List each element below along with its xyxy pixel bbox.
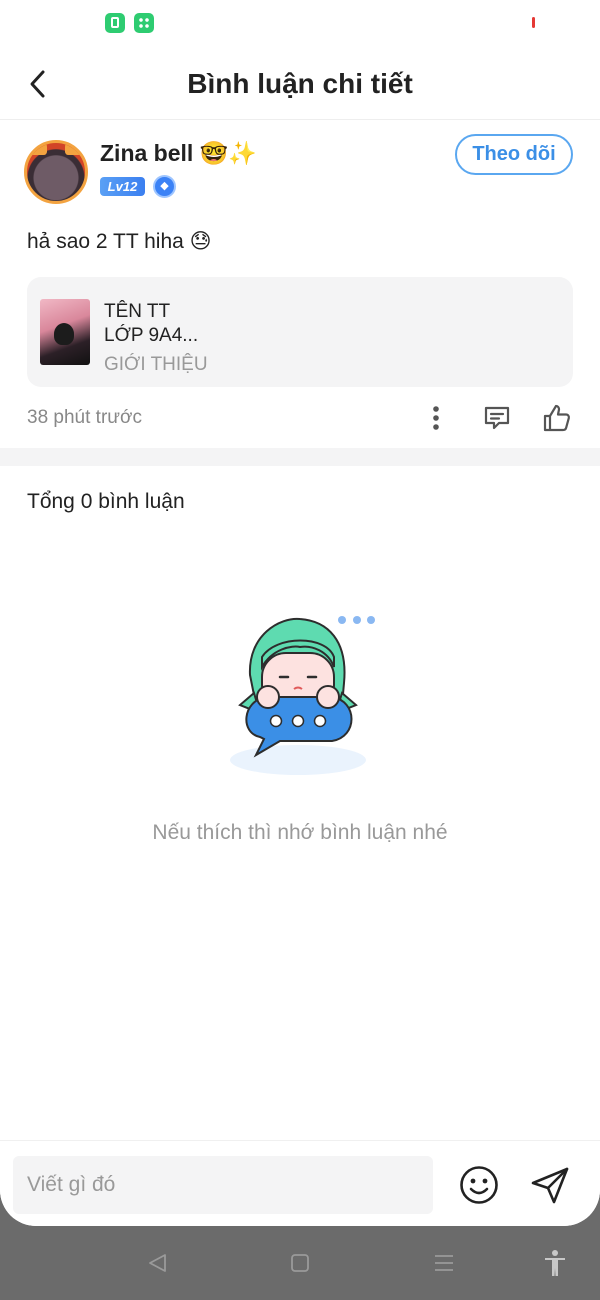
accessibility-button[interactable] (540, 1248, 570, 1278)
more-options-button[interactable] (416, 398, 456, 438)
thumbs-up-icon (543, 404, 571, 432)
smiley-icon (460, 1166, 498, 1204)
menu-lines-icon (435, 1255, 453, 1271)
post-text: hả sao 2 TT hiha 😓 (27, 230, 212, 253)
comment-input-bar (0, 1140, 600, 1226)
emoji-button[interactable] (458, 1164, 500, 1206)
shared-post-subtitle: LỚP 9A4... (104, 325, 199, 346)
more-vertical-icon (433, 406, 439, 430)
status-bar (0, 0, 600, 48)
shared-post-thumbnail (40, 299, 90, 365)
section-divider (0, 448, 600, 466)
username[interactable]: Zina bell 🤓✨ (100, 140, 257, 167)
avatar-frame-ear (65, 143, 83, 155)
nav-recents-button[interactable] (429, 1248, 459, 1278)
post-timestamp: 38 phút trước (27, 407, 142, 428)
accessibility-icon (545, 1250, 565, 1276)
triangle-back-icon (149, 1254, 166, 1272)
app-screen: Bình luận chi tiết Zina bell 🤓✨ Lv12 ◆ T… (0, 0, 600, 1226)
shared-post-title: TÊN TT (104, 301, 171, 322)
like-button[interactable] (537, 398, 577, 438)
page-title: Bình luận chi tiết (187, 68, 413, 99)
nav-home-button[interactable] (285, 1248, 315, 1278)
verified-badge-icon: ◆ (153, 175, 176, 198)
avatar-frame-ear (29, 143, 47, 155)
send-button[interactable] (528, 1163, 572, 1207)
header: Bình luận chi tiết (0, 48, 600, 120)
empty-comments-text: Nếu thích thì nhớ bình luận nhé (152, 821, 448, 844)
nav-back-button[interactable] (142, 1248, 172, 1278)
system-navigation-bar (0, 1226, 600, 1300)
battery-saver-icon (105, 13, 125, 33)
comment-button[interactable] (477, 398, 517, 438)
level-badge: Lv12 (100, 177, 145, 196)
avatar[interactable] (24, 140, 88, 204)
recording-indicator-icon (532, 17, 535, 28)
square-home-icon (291, 1254, 309, 1272)
empty-comments-illustration (230, 616, 375, 775)
comment-count: Tổng 0 bình luận (27, 490, 185, 513)
app-notification-icon (134, 13, 154, 33)
comment-icon (484, 406, 510, 430)
send-icon (531, 1167, 569, 1204)
follow-button[interactable]: Theo dõi (455, 134, 573, 175)
comment-input[interactable] (13, 1156, 433, 1214)
shared-post-card[interactable]: TÊN TT LỚP 9A4... GIỚI THIỆU (27, 277, 573, 387)
shared-post-intro: GIỚI THIỆU (104, 354, 208, 375)
